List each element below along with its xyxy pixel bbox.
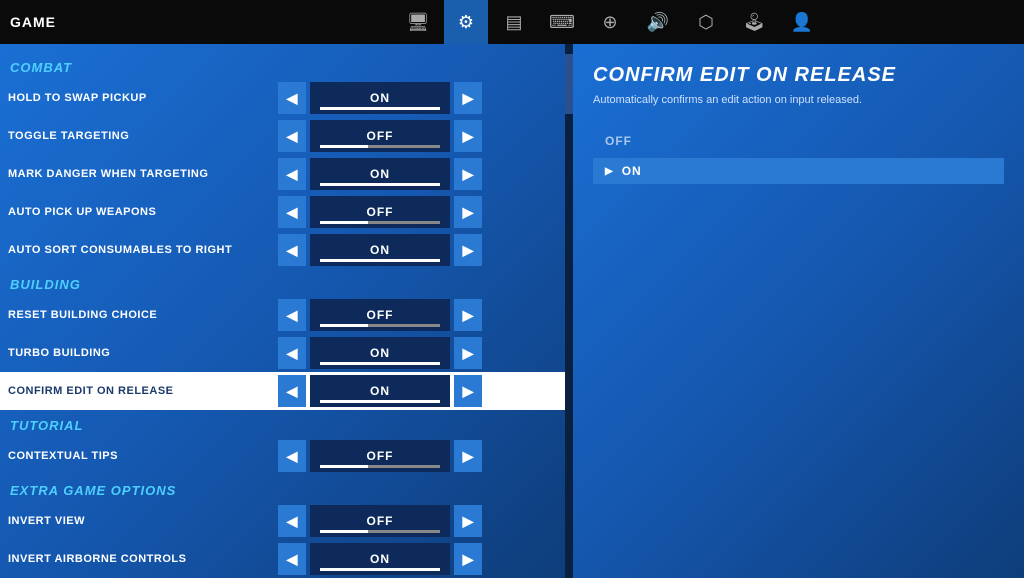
hold-swap-left[interactable]: ◀	[278, 82, 306, 114]
toggle-targeting-right[interactable]: ▶	[454, 120, 482, 152]
auto-sort-right[interactable]: ▶	[454, 234, 482, 266]
gear-icon[interactable]: ⚙	[444, 0, 488, 44]
turbo-building-value: ON	[310, 337, 450, 369]
turbo-building-right[interactable]: ▶	[454, 337, 482, 369]
option-on[interactable]: ON	[593, 158, 1004, 184]
reset-building-left[interactable]: ◀	[278, 299, 306, 331]
controller-icon[interactable]: 🕹	[732, 0, 776, 44]
speaker-icon[interactable]: 🔊	[636, 0, 680, 44]
scrollbar[interactable]	[565, 44, 573, 578]
reset-building-right[interactable]: ▶	[454, 299, 482, 331]
monitor-icon[interactable]: 🖥	[396, 0, 440, 44]
setting-turbo-building[interactable]: TURBO BUILDING ◀ ON ▶	[0, 334, 565, 372]
setting-reset-building[interactable]: RESET BUILDING CHOICE ◀ OFF ▶	[0, 296, 565, 334]
contextual-tips-value: OFF	[310, 440, 450, 472]
mark-danger-right[interactable]: ▶	[454, 158, 482, 190]
auto-pickup-right[interactable]: ▶	[454, 196, 482, 228]
user-icon[interactable]: 👤	[780, 0, 824, 44]
setting-invert-view[interactable]: INVERT VIEW ◀ OFF ▶	[0, 502, 565, 540]
auto-sort-value: ON	[310, 234, 450, 266]
detail-description: Automatically confirms an edit action on…	[593, 93, 1004, 108]
setting-hold-to-swap[interactable]: HOLD TO SWAP PICKUP ◀ ON ▶	[0, 79, 565, 117]
mark-danger-value: ON	[310, 158, 450, 190]
gamepad-circle-icon[interactable]: ⊕	[588, 0, 632, 44]
confirm-edit-left[interactable]: ◀	[278, 375, 306, 407]
setting-auto-pickup[interactable]: AUTO PICK UP WEAPONS ◀ OFF ▶	[0, 193, 565, 231]
detail-title: CONFIRM EDIT ON RELEASE	[593, 64, 1004, 87]
mark-danger-left[interactable]: ◀	[278, 158, 306, 190]
toggle-targeting-value: OFF	[310, 120, 450, 152]
turbo-building-left[interactable]: ◀	[278, 337, 306, 369]
option-off[interactable]: OFF	[593, 128, 1004, 154]
invert-view-right[interactable]: ▶	[454, 505, 482, 537]
reset-building-value: OFF	[310, 299, 450, 331]
auto-pickup-left[interactable]: ◀	[278, 196, 306, 228]
setting-confirm-edit[interactable]: CONFIRM EDIT ON RELEASE ◀ ON ▶	[0, 372, 565, 410]
network-icon[interactable]: ⬡	[684, 0, 728, 44]
invert-airborne-value: ON	[310, 543, 450, 575]
top-bar: GAME 🖥 ⚙ ▤ ⌨ ⊕ 🔊 ⬡ 🕹 👤	[0, 0, 1024, 44]
hold-swap-value: ON	[310, 82, 450, 114]
display-icon[interactable]: ▤	[492, 0, 536, 44]
section-extra: EXTRA GAME OPTIONS	[0, 475, 565, 502]
app-title: GAME	[10, 14, 56, 30]
auto-sort-left[interactable]: ◀	[278, 234, 306, 266]
section-tutorial: TUTORIAL	[0, 410, 565, 437]
scroll-thumb[interactable]	[565, 54, 573, 114]
auto-pickup-value: OFF	[310, 196, 450, 228]
settings-list: COMBAT HOLD TO SWAP PICKUP ◀ ON ▶ TOGGLE…	[0, 44, 565, 578]
confirm-edit-right[interactable]: ▶	[454, 375, 482, 407]
contextual-tips-left[interactable]: ◀	[278, 440, 306, 472]
setting-contextual-tips[interactable]: CONTEXTUAL TIPS ◀ OFF ▶	[0, 437, 565, 475]
confirm-edit-value: ON	[310, 375, 450, 407]
detail-panel: CONFIRM EDIT ON RELEASE Automatically co…	[573, 44, 1024, 578]
invert-view-value: OFF	[310, 505, 450, 537]
option-list: OFF ON	[593, 128, 1004, 184]
toggle-targeting-left[interactable]: ◀	[278, 120, 306, 152]
invert-airborne-right[interactable]: ▶	[454, 543, 482, 575]
invert-airborne-left[interactable]: ◀	[278, 543, 306, 575]
section-building: BUILDING	[0, 269, 565, 296]
hold-swap-right[interactable]: ▶	[454, 82, 482, 114]
invert-view-left[interactable]: ◀	[278, 505, 306, 537]
top-bar-icons: 🖥 ⚙ ▤ ⌨ ⊕ 🔊 ⬡ 🕹 👤	[396, 0, 824, 44]
contextual-tips-right[interactable]: ▶	[454, 440, 482, 472]
setting-auto-sort[interactable]: AUTO SORT CONSUMABLES TO RIGHT ◀ ON ▶	[0, 231, 565, 269]
main-layout: COMBAT HOLD TO SWAP PICKUP ◀ ON ▶ TOGGLE…	[0, 44, 1024, 578]
setting-toggle-targeting[interactable]: TOGGLE TARGETING ◀ OFF ▶	[0, 117, 565, 155]
section-combat: COMBAT	[0, 52, 565, 79]
keyboard-icon[interactable]: ⌨	[540, 0, 584, 44]
setting-invert-airborne[interactable]: INVERT AIRBORNE CONTROLS ◀ ON ▶	[0, 540, 565, 578]
setting-mark-danger[interactable]: MARK DANGER WHEN TARGETING ◀ ON ▶	[0, 155, 565, 193]
